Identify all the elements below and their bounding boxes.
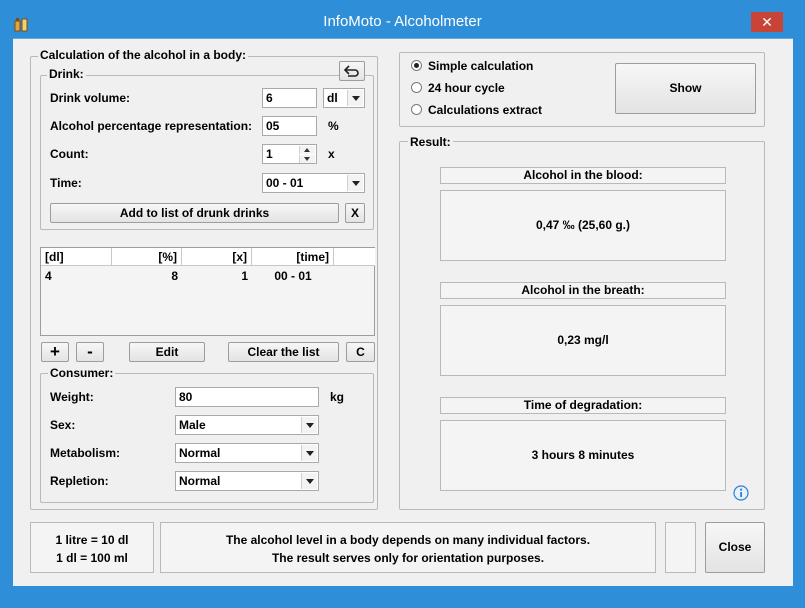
table-cell[interactable]: 8 [112, 268, 182, 284]
mode-radio-extract[interactable] [411, 104, 422, 115]
repletion-label: Repletion: [50, 474, 109, 488]
stepper-down-icon[interactable] [299, 155, 315, 163]
degradation-heading: Time of degradation: [440, 397, 726, 414]
metabolism-value: Normal [179, 446, 221, 460]
count-label: Count: [50, 147, 89, 161]
column-header[interactable]: [%] [112, 248, 182, 266]
add-row-button[interactable]: + [41, 342, 69, 362]
count-stepper[interactable]: 1 [262, 144, 317, 164]
info-icon[interactable] [733, 485, 749, 501]
clear-drink-button[interactable]: X [345, 203, 365, 223]
time-label: Time: [50, 176, 82, 190]
blood-alcohol-heading: Alcohol in the blood: [440, 167, 726, 184]
percentage-unit: % [328, 119, 339, 133]
note-box: The alcohol level in a body depends on m… [160, 522, 656, 573]
note-line-2: The result serves only for orientation p… [271, 551, 545, 565]
stepper-up-icon[interactable] [299, 146, 315, 154]
mode-radio-24h[interactable] [411, 82, 422, 93]
edit-button[interactable]: Edit [129, 342, 205, 362]
drink-volume-input[interactable]: 6 [262, 88, 317, 108]
weight-label: Weight: [50, 390, 94, 404]
repletion-select[interactable]: Normal [175, 471, 319, 491]
bottle-icon [13, 16, 29, 32]
chevron-down-icon [301, 417, 317, 433]
column-header-filler [334, 248, 375, 266]
alcohol-percentage-label: Alcohol percentage representation: [50, 119, 253, 133]
column-header[interactable]: [time] [252, 248, 334, 266]
calculation-legend: Calculation of the alcohol in a body: [38, 48, 249, 62]
breath-alcohol-heading: Alcohol in the breath: [440, 282, 726, 299]
table-cell[interactable]: 00 - 01 [252, 268, 334, 284]
count-value: 1 [266, 147, 273, 161]
c-button[interactable]: C [346, 342, 375, 362]
table-cell[interactable]: 1 [182, 268, 252, 284]
mode-radio-simple[interactable] [411, 60, 422, 71]
chevron-down-icon [347, 90, 363, 106]
weight-input[interactable]: 80 [175, 387, 319, 407]
window-title: InfoMoto - Alcoholmeter [323, 13, 482, 30]
blood-alcohol-value: 0,47 ‰ (25,60 g.) [440, 190, 726, 261]
clear-list-button[interactable]: Clear the list [228, 342, 339, 362]
note-line-1: The alcohol level in a body depends on m… [225, 533, 591, 547]
show-button[interactable]: Show [615, 63, 756, 114]
mode-label-24h[interactable]: 24 hour cycle [428, 81, 505, 95]
conversion-line-2: 1 dl = 100 ml [56, 551, 128, 565]
add-drink-button[interactable]: Add to list of drunk drinks [50, 203, 339, 223]
alcohol-percentage-input[interactable]: 05 [262, 116, 317, 136]
mode-label-extract[interactable]: Calculations extract [428, 103, 542, 117]
status-indicator-box [665, 522, 696, 573]
sex-label: Sex: [50, 418, 76, 432]
result-legend: Result: [408, 135, 453, 149]
drinks-list[interactable]: [dl] [%] [x] [time] 4 8 1 00 - 01 [40, 247, 375, 336]
chevron-down-icon [347, 175, 363, 191]
chevron-down-icon [301, 445, 317, 461]
consumer-legend: Consumer: [48, 366, 116, 380]
chevron-down-icon [301, 473, 317, 489]
drink-volume-unit-value: dl [327, 91, 338, 105]
repletion-value: Normal [179, 474, 221, 488]
time-value: 00 - 01 [266, 176, 304, 190]
remove-row-button[interactable]: - [76, 342, 104, 362]
breath-alcohol-value: 0,23 mg/l [440, 305, 726, 376]
undo-arrow-icon [343, 65, 359, 77]
weight-unit: kg [330, 390, 345, 404]
degradation-value: 3 hours 8 minutes [440, 420, 726, 491]
drink-legend: Drink: [47, 67, 86, 81]
column-header[interactable]: [dl] [41, 248, 112, 266]
table-cell[interactable]: 4 [41, 268, 112, 284]
column-header[interactable]: [x] [182, 248, 252, 266]
conversion-line-1: 1 litre = 10 dl [55, 533, 129, 547]
metabolism-label: Metabolism: [50, 446, 121, 460]
metabolism-select[interactable]: Normal [175, 443, 319, 463]
sex-value: Male [179, 418, 206, 432]
drink-volume-label: Drink volume: [50, 91, 131, 105]
time-select[interactable]: 00 - 01 [262, 173, 365, 193]
undo-button[interactable] [339, 61, 365, 81]
sex-select[interactable]: Male [175, 415, 319, 435]
conversion-box: 1 litre = 10 dl 1 dl = 100 ml [30, 522, 154, 573]
window-close-button[interactable]: ✕ [751, 12, 783, 32]
count-unit: x [328, 147, 335, 161]
mode-label-simple[interactable]: Simple calculation [428, 59, 533, 73]
drink-volume-unit-select[interactable]: dl [323, 88, 365, 108]
close-button[interactable]: Close [705, 522, 765, 573]
